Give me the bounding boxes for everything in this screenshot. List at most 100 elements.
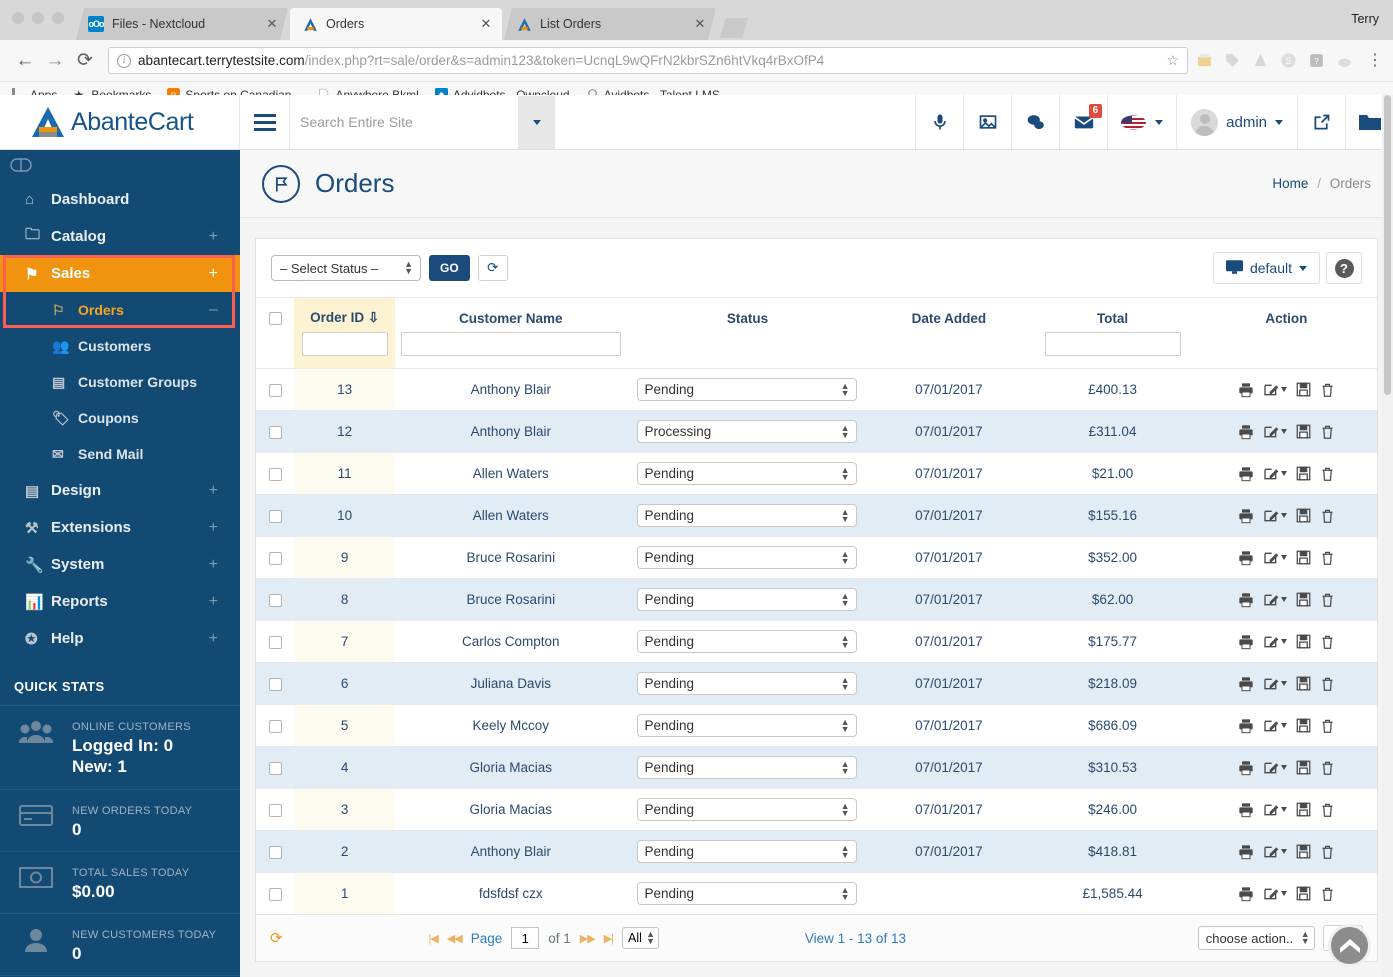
expand-icon[interactable]: + (209, 630, 218, 648)
brand-logo[interactable]: AbanteCart (0, 95, 240, 149)
search-dropdown-button[interactable] (518, 95, 555, 149)
sidebar-item-dashboard[interactable]: ⌂ Dashboard (0, 181, 240, 218)
cell-customer-name[interactable]: Gloria Macias (395, 789, 627, 831)
row-status-select[interactable]: Pending (637, 546, 858, 569)
address-bar[interactable]: i abantecart.terrytestsite.com/index.php… (108, 47, 1188, 74)
row-status-select[interactable]: Pending (637, 630, 858, 653)
refresh-icon[interactable]: ⟳ (477, 255, 508, 281)
row-status-select[interactable]: Pending (637, 714, 858, 737)
row-checkbox[interactable] (268, 803, 282, 817)
table-row[interactable]: 6 Juliana Davis Pending ▲ ▼ 07/01/2017 $218.09 (256, 662, 1377, 705)
status-filter-select[interactable]: – Select Status – (271, 255, 421, 281)
print-icon[interactable] (1238, 760, 1254, 776)
quick-stat-new-customers[interactable]: NEW CUSTOMERS TODAY 0 (0, 913, 240, 975)
sort-down-arrow-icon[interactable]: ⇩ (368, 310, 379, 325)
extension-icon-cart[interactable] (1196, 52, 1213, 69)
cell-customer-name[interactable]: Allen Waters (395, 495, 627, 537)
minimize-window-button[interactable] (32, 12, 44, 24)
edit-icon[interactable] (1263, 676, 1287, 692)
table-row[interactable]: 10 Allen Waters Pending ▲ ▼ 07/01/2017 $155.16 (256, 494, 1377, 537)
browser-tab-list-orders[interactable]: List Orders ✕ (504, 8, 716, 40)
print-icon[interactable] (1238, 382, 1254, 398)
expand-icon[interactable]: + (209, 265, 218, 283)
expand-icon[interactable]: + (209, 556, 218, 574)
prev-page-button[interactable]: ◀◀ (447, 932, 463, 945)
print-icon[interactable] (1238, 466, 1254, 482)
cell-customer-name[interactable]: Bruce Rosarini (395, 537, 627, 579)
delete-icon[interactable] (1320, 634, 1335, 650)
delete-icon[interactable] (1320, 760, 1335, 776)
sidebar-item-catalog[interactable]: 🗀 Catalog + (0, 218, 240, 255)
quick-stat-new-orders[interactable]: NEW ORDERS TODAY 0 (0, 788, 240, 851)
row-checkbox[interactable] (268, 593, 282, 607)
edit-icon[interactable] (1263, 886, 1287, 902)
sidebar-item-coupons[interactable]: 🏷 Coupons (0, 400, 240, 436)
edit-icon[interactable] (1263, 718, 1287, 734)
sidebar-item-design[interactable]: ▤ Design + (0, 472, 240, 509)
row-status-select[interactable]: Pending (637, 378, 858, 401)
row-checkbox[interactable] (268, 383, 282, 397)
print-icon[interactable] (1238, 508, 1254, 524)
cell-customer-name[interactable]: Anthony Blair (395, 831, 627, 873)
edit-icon[interactable] (1263, 592, 1287, 608)
print-icon[interactable] (1238, 844, 1254, 860)
filter-input-customer-name[interactable] (400, 332, 621, 356)
column-header-status[interactable]: Status (626, 297, 869, 332)
extension-icon-drop[interactable] (1252, 52, 1269, 69)
table-row[interactable]: 13 Anthony Blair Pending ▲ ▼ 07/01/2017 £400.1… (256, 368, 1377, 411)
expand-icon[interactable]: + (209, 482, 218, 500)
image-icon[interactable] (963, 95, 1011, 149)
page-number-input[interactable] (511, 927, 540, 949)
site-info-icon[interactable]: i (117, 53, 131, 68)
save-icon[interactable] (1296, 592, 1311, 607)
table-row[interactable]: 9 Bruce Rosarini Pending ▲ ▼ 07/01/2017 $352.0… (256, 536, 1377, 579)
scroll-to-top-button[interactable] (1328, 924, 1371, 967)
next-page-button[interactable]: ▶▶ (580, 932, 596, 945)
delete-icon[interactable] (1320, 592, 1335, 608)
expand-icon[interactable]: + (209, 228, 218, 246)
row-checkbox[interactable] (268, 509, 282, 523)
row-status-select[interactable]: Pending (637, 756, 858, 779)
cell-customer-name[interactable]: Bruce Rosarini (395, 579, 627, 621)
sidebar-item-reports[interactable]: 📊 Reports + (0, 583, 240, 620)
bulk-action-select[interactable]: choose action.. (1197, 926, 1315, 950)
row-checkbox[interactable] (268, 635, 282, 649)
row-checkbox[interactable] (268, 845, 282, 859)
save-icon[interactable] (1296, 802, 1311, 817)
row-status-select[interactable]: Pending (637, 462, 858, 485)
edit-icon[interactable] (1263, 634, 1287, 650)
refresh-icon[interactable]: ⟳ (270, 929, 283, 947)
table-row[interactable]: 8 Bruce Rosarini Pending ▲ ▼ 07/01/2017 $62.00 (256, 578, 1377, 621)
sidebar-item-send-mail[interactable]: ✉ Send Mail (0, 436, 240, 472)
print-icon[interactable] (1238, 718, 1254, 734)
window-controls[interactable] (12, 12, 64, 24)
save-icon[interactable] (1296, 634, 1311, 649)
quick-stat-total-sales[interactable]: TOTAL SALES TODAY $0.00 (0, 850, 240, 913)
print-icon[interactable] (1238, 802, 1254, 818)
delete-icon[interactable] (1320, 382, 1335, 398)
delete-icon[interactable] (1320, 466, 1335, 482)
row-status-select[interactable]: Pending (637, 588, 858, 611)
row-checkbox[interactable] (268, 551, 282, 565)
layout-default-button[interactable]: default (1212, 252, 1320, 284)
edit-icon[interactable] (1263, 844, 1287, 860)
sidebar-item-system[interactable]: 🔧 System + (0, 546, 240, 583)
browser-menu-button[interactable]: ⋮ (1367, 52, 1383, 68)
reload-button[interactable]: ⟳ (70, 51, 100, 70)
external-link-icon[interactable] (1297, 95, 1345, 149)
save-icon[interactable] (1296, 508, 1311, 523)
table-row[interactable]: 4 Gloria Macias Pending ▲ ▼ 07/01/2017 $310.53 (256, 746, 1377, 789)
delete-icon[interactable] (1320, 676, 1335, 692)
cell-customer-name[interactable]: fdsfdsf czx (395, 873, 627, 915)
row-status-select[interactable]: Pending (637, 504, 858, 527)
search-input[interactable] (290, 95, 518, 149)
save-icon[interactable] (1296, 382, 1311, 397)
save-icon[interactable] (1296, 760, 1311, 775)
column-header-total[interactable]: Total (1029, 297, 1196, 332)
row-checkbox[interactable] (268, 719, 282, 733)
row-status-select[interactable]: Processing (637, 420, 858, 443)
mail-icon[interactable]: 6 (1059, 95, 1107, 149)
print-icon[interactable] (1238, 424, 1254, 440)
maximize-window-button[interactable] (52, 12, 64, 24)
save-icon[interactable] (1296, 844, 1311, 859)
